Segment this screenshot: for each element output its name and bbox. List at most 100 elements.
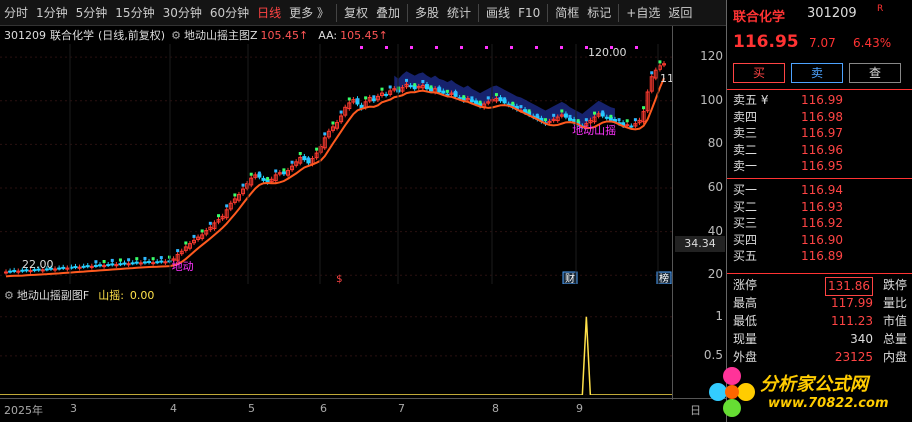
candle-body <box>142 261 147 264</box>
band-dot <box>552 113 556 117</box>
candle-body <box>8 270 13 273</box>
toolbar-item-4[interactable]: 30分钟 <box>159 0 206 26</box>
order-price: 116.94 <box>801 183 843 197</box>
band-dot <box>355 98 359 102</box>
bid-row[interactable]: 买三 116.92 <box>733 215 907 231</box>
band-dot <box>339 110 343 114</box>
toolbar-item-13[interactable]: F10 <box>514 0 544 26</box>
settings-icon[interactable]: ⚙ <box>171 29 181 42</box>
band-dot <box>535 113 539 117</box>
stock-code: 301209 <box>4 28 46 42</box>
candle-body <box>130 262 135 265</box>
bid-row[interactable]: 买一 116.94 <box>733 182 907 198</box>
band-dot <box>331 121 335 125</box>
band-dot <box>192 234 196 238</box>
toolbar-item-2[interactable]: 5分钟 <box>72 0 112 26</box>
candle-body <box>625 124 630 127</box>
sell-button[interactable]: 卖 <box>791 63 843 83</box>
order-label: 买一 <box>733 183 758 197</box>
band-dot <box>462 95 466 99</box>
toolbar-item-10[interactable]: 多股 <box>411 0 443 26</box>
ask-row[interactable]: 卖二 116.96 <box>733 142 907 158</box>
band-dot <box>405 78 409 82</box>
ask-row[interactable]: 卖四 116.98 <box>733 109 907 125</box>
band-dot <box>233 193 237 197</box>
candle-body <box>568 117 572 121</box>
stat-row: 最高 117.99 量比 <box>733 295 907 312</box>
candle-body <box>302 156 307 161</box>
candle-body <box>61 266 66 269</box>
toolbar-item-6[interactable]: 日线 <box>253 0 285 26</box>
toolbar-item-8[interactable]: 复权 <box>340 0 372 26</box>
panel-stock-code: 301209 <box>807 6 857 21</box>
toolbar-item-5[interactable]: 60分钟 <box>206 0 253 26</box>
ask-row[interactable]: 卖一 116.95 <box>733 158 907 174</box>
toolbar-item-0[interactable]: 分时 <box>0 0 32 26</box>
toolbar-item-12[interactable]: 画线 <box>482 0 514 26</box>
toolbar-item-9[interactable]: 叠加 <box>372 0 404 26</box>
date-tick: 日 <box>690 404 701 417</box>
toolbar-item-15[interactable]: 标记 <box>583 0 615 26</box>
candle-body <box>106 264 111 267</box>
band-dot <box>347 97 351 101</box>
price-tick-label: 20 <box>707 267 723 282</box>
ask-row[interactable]: 卖五 ¥ 116.99 <box>733 92 907 108</box>
order-label: 买四 <box>733 232 758 247</box>
panel-stock-name: 联合化学 <box>733 10 786 25</box>
main-indicator-name[interactable]: 地动山摇主图Z <box>184 27 258 43</box>
toolbar-item-1[interactable]: 1分钟 <box>32 0 72 26</box>
order-price: 116.93 <box>801 199 843 214</box>
top-marker <box>635 46 638 49</box>
settings-icon[interactable]: ⚙ <box>4 289 14 302</box>
candle-body <box>81 265 86 268</box>
candle-body <box>151 262 156 265</box>
date-tick: 7 <box>398 402 405 415</box>
event-marker: $ <box>336 274 342 284</box>
cursor-price-label: 34.34 <box>675 235 725 252</box>
sub-indicator-name[interactable]: 地动山摇副图F <box>17 287 89 303</box>
top-marker <box>535 46 538 49</box>
order-label: 卖一 <box>733 159 758 173</box>
candle-body <box>371 98 376 102</box>
aa-value: 105.45↑ <box>340 28 388 42</box>
query-button[interactable]: 查 <box>849 63 901 83</box>
order-price: 116.97 <box>801 126 843 140</box>
ask-row[interactable]: 卖三 116.97 <box>733 125 907 141</box>
candlestick-chart[interactable]: 地动 地动山摇 120.00 22.00 116 $ 财 榜 <box>0 44 672 284</box>
current-price: 116.95 <box>733 32 799 52</box>
toolbar-item-11[interactable]: 统计 <box>443 0 475 26</box>
top-marker <box>560 46 563 49</box>
band-dot <box>413 83 417 87</box>
toolbar-item-16[interactable]: +自选 <box>622 0 664 26</box>
toolbar-item-3[interactable]: 15分钟 <box>111 0 158 26</box>
bid-row[interactable]: 买四 116.90 <box>733 232 907 248</box>
band-dot <box>617 118 621 122</box>
toolbar-item-7[interactable]: 更多 》 <box>285 0 333 26</box>
order-price: 116.98 <box>801 109 843 124</box>
toolbar-item-17[interactable]: 返回 <box>664 0 696 26</box>
price-change-pct: 6.43% <box>853 36 892 50</box>
panel-divider <box>727 89 912 90</box>
band-dot <box>200 229 204 233</box>
toolbar-item-14[interactable]: 简框 <box>551 0 583 26</box>
order-label: 买五 <box>733 249 758 263</box>
band-dot <box>323 132 327 136</box>
quote-panel: 联合化学 301209 R 116.95 7.07 6.43% 买 卖 查 卖五… <box>726 0 912 422</box>
buy-button[interactable]: 买 <box>733 63 785 83</box>
candle-body <box>85 265 90 268</box>
candle-body <box>469 99 474 103</box>
order-label: 买二 <box>733 199 758 214</box>
order-price: 116.95 <box>801 159 843 173</box>
top-marker <box>510 46 513 49</box>
band-dot <box>478 100 482 104</box>
candle-body <box>118 263 123 266</box>
date-tick: 6 <box>320 402 327 415</box>
high-price-annotation: 120.00 <box>588 46 627 59</box>
candle-body <box>563 113 568 118</box>
stat-label-right: 量比 <box>882 296 907 310</box>
sub-indicator-chart[interactable] <box>0 305 672 395</box>
candle-body <box>498 97 503 102</box>
bid-row[interactable]: 买五 116.89 <box>733 248 907 264</box>
bid-row[interactable]: 买二 116.93 <box>733 199 907 215</box>
order-price: 116.99 <box>801 93 843 107</box>
